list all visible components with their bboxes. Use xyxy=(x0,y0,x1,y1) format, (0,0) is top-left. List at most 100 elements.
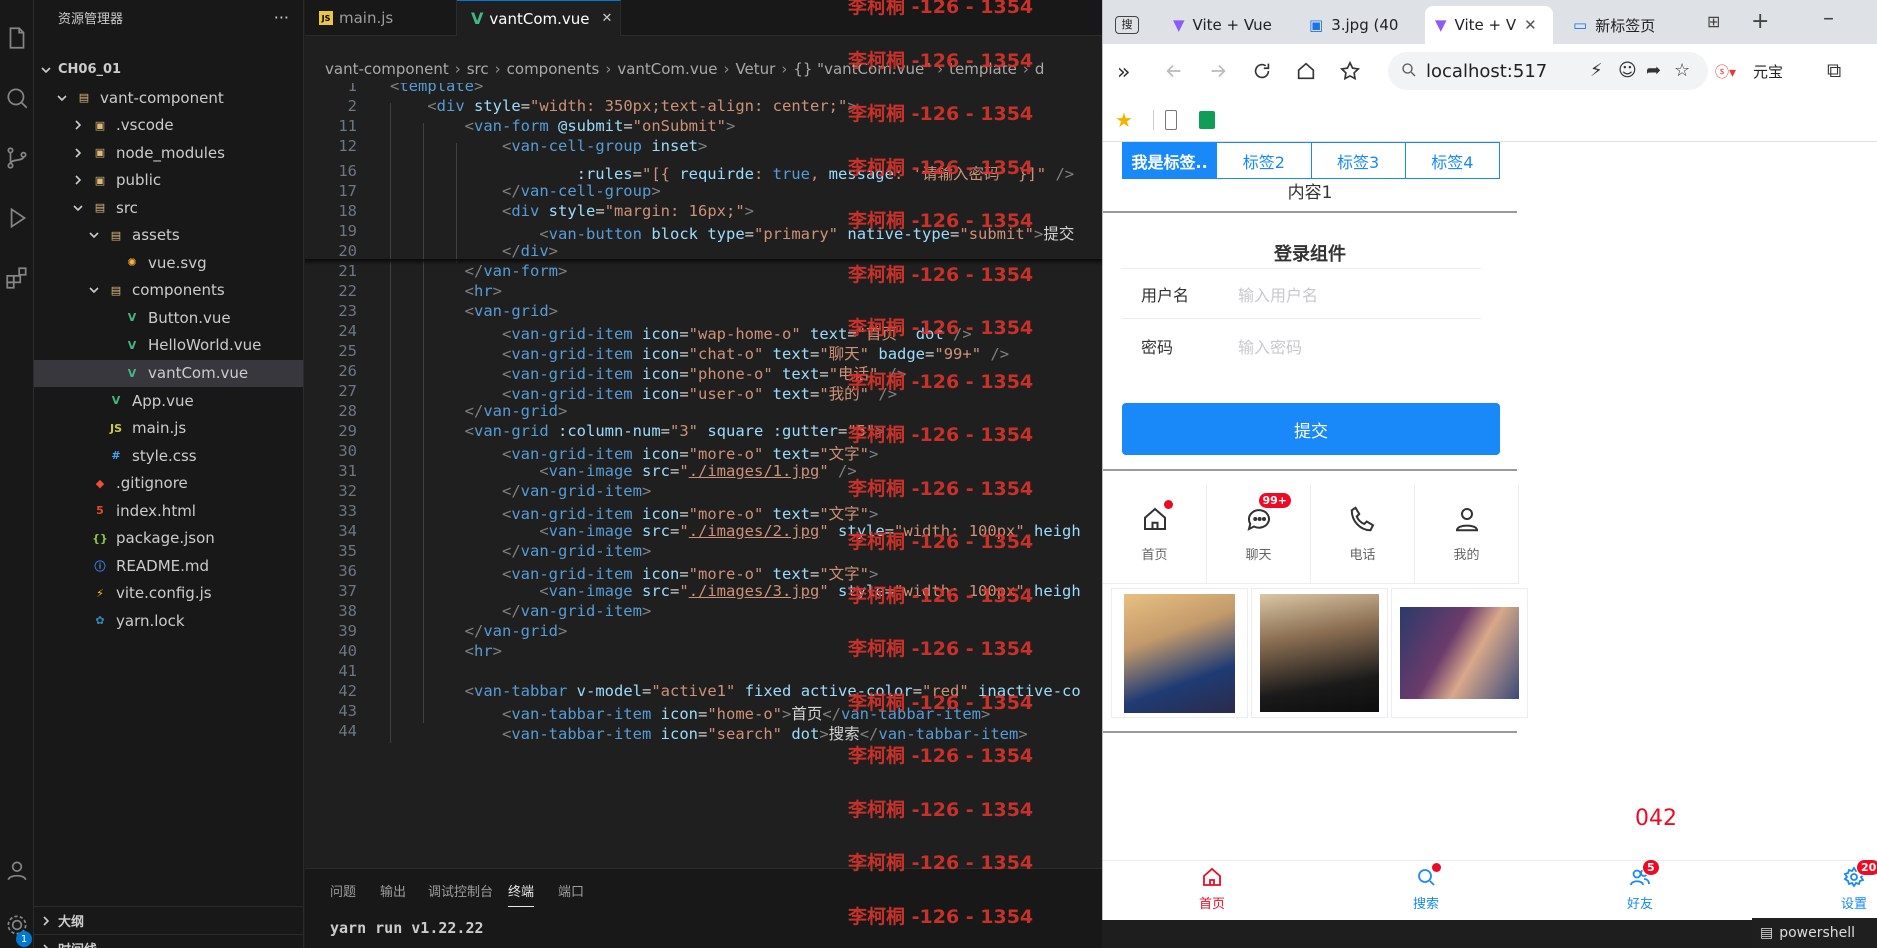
yuanbao-label[interactable]: 元宝 xyxy=(1753,61,1783,82)
breadcrumb-item[interactable]: vant-component xyxy=(325,60,449,78)
source-control-icon[interactable] xyxy=(0,138,34,178)
sheets-icon[interactable] xyxy=(1199,111,1215,129)
settings-gear-icon[interactable]: 1 xyxy=(0,905,34,947)
tree-item[interactable]: ▤ assets xyxy=(34,222,303,249)
vant-tab[interactable]: 标签2 xyxy=(1217,143,1312,178)
tree-item[interactable]: ▤ vant-component xyxy=(34,84,303,111)
tree-item[interactable]: JS main.js xyxy=(34,415,303,442)
account-icon[interactable] xyxy=(0,850,34,890)
close-tab-icon[interactable]: ✕ xyxy=(1524,16,1537,34)
grid-item[interactable]: 我的 xyxy=(1415,484,1519,584)
code-line[interactable]: <van-grid :column-num="3" square :gutter… xyxy=(390,422,885,440)
outline-section[interactable]: 大纲 xyxy=(34,906,303,934)
mobile-icon[interactable] xyxy=(1165,110,1177,130)
tree-item[interactable]: ✺ vue.svg xyxy=(34,249,303,276)
breadcrumb-item[interactable]: Vetur xyxy=(735,60,775,78)
address-bar[interactable]: localhost:517 ⚡ ☺ ➦ ☆ xyxy=(1388,52,1708,90)
code-line[interactable]: <div style="margin: 16px;"> xyxy=(390,202,754,220)
grid-image-cell[interactable] xyxy=(1111,588,1248,718)
tree-item[interactable]: 5 index.html xyxy=(34,497,303,524)
grid-image-cell[interactable] xyxy=(1251,588,1388,718)
tabbar-item[interactable]: 20 设置 xyxy=(1814,859,1877,912)
tree-item[interactable]: ◆ .gitignore xyxy=(34,470,303,497)
username-cell[interactable]: 用户名 输入用户名 xyxy=(1121,268,1481,319)
reload-icon[interactable] xyxy=(1251,60,1273,86)
favorites-star-icon[interactable]: ★ xyxy=(1115,108,1133,132)
grid-item[interactable]: 99+ 聊天 xyxy=(1207,484,1311,584)
tab-main-js[interactable]: JS main.js xyxy=(305,0,457,36)
breadcrumb-item[interactable]: d xyxy=(1035,60,1045,78)
extension-face-icon[interactable]: ☺ xyxy=(1618,60,1637,81)
tree-item[interactable]: # style.css xyxy=(34,442,303,469)
breadcrumb-item[interactable]: vantCom.vue xyxy=(617,60,717,78)
code-line[interactable]: <van-cell-group inset> xyxy=(390,137,707,155)
tree-item[interactable]: ⓘ README.md xyxy=(34,552,303,579)
code-line[interactable]: <van-grid-item icon="chat-o" text="聊天" b… xyxy=(390,342,1009,364)
browser-tab[interactable]: ▣ 3.jpg (40 xyxy=(1299,6,1419,44)
tree-item[interactable]: ⚡ vite.config.js xyxy=(34,580,303,607)
breadcrumb-item[interactable]: components xyxy=(507,60,600,78)
panel-tab[interactable]: 调试控制台 xyxy=(428,881,493,900)
code-line[interactable]: </van-grid-item> xyxy=(390,542,651,560)
code-line[interactable]: </van-cell-group> xyxy=(390,182,661,200)
tree-item[interactable]: ▤ src xyxy=(34,194,303,221)
vant-tab[interactable]: 标签4 xyxy=(1406,143,1499,178)
panel-tab[interactable]: 终端 xyxy=(508,881,535,907)
vant-tab[interactable]: 标签3 xyxy=(1312,143,1406,178)
tree-item[interactable]: VvantCom.vue xyxy=(34,359,303,387)
code-line[interactable]: <hr> xyxy=(390,642,502,660)
browser-tab[interactable]: ▼ Vite + Vue xyxy=(1163,6,1293,44)
code-line[interactable]: <van-grid-item icon="phone-o" text="电话" … xyxy=(390,362,906,384)
code-line[interactable]: <van-grid> xyxy=(390,302,558,320)
site-info-icon[interactable] xyxy=(1400,61,1418,84)
browser-tab[interactable]: ▭ 新标签页 xyxy=(1563,6,1693,44)
tree-item[interactable]: ▣ .vscode xyxy=(34,112,303,139)
tabbar-item[interactable]: 首页 xyxy=(1172,865,1252,912)
submit-button[interactable]: 提交 xyxy=(1122,403,1500,455)
close-tab-icon[interactable]: ✕ xyxy=(602,11,613,26)
code-line[interactable]: </van-grid> xyxy=(390,402,568,420)
code-line[interactable]: <van-grid-item icon="more-o" text="文字"> xyxy=(390,502,878,524)
tabbar-item[interactable]: 5 好友 xyxy=(1600,859,1680,912)
code-line[interactable]: <template> xyxy=(390,83,483,95)
panel-tab[interactable]: 输出 xyxy=(380,881,406,900)
tab-vantcom-vue[interactable]: V vantCom.vue ✕ xyxy=(457,0,621,36)
double-chevron-icon[interactable]: » xyxy=(1117,60,1130,85)
browser-tab-active[interactable]: ▼ Vite + V ✕ xyxy=(1425,6,1553,44)
password-cell[interactable]: 密码 输入密码 xyxy=(1121,320,1481,371)
tree-item[interactable]: ▣ public xyxy=(34,167,303,194)
panel-tab[interactable]: 问题 xyxy=(330,881,356,900)
tree-item[interactable]: V Button.vue xyxy=(34,304,303,331)
bookmark-star-icon[interactable] xyxy=(1339,60,1361,86)
code-line[interactable]: <van-grid-item icon="more-o" text="文字"> xyxy=(390,442,878,464)
code-line[interactable]: </van-grid-item> xyxy=(390,602,651,620)
share-icon[interactable]: ➦ xyxy=(1646,60,1661,81)
timeline-section[interactable]: 时间线 xyxy=(34,934,303,948)
more-actions-button[interactable]: ··· xyxy=(274,8,289,27)
grid-image-cell[interactable] xyxy=(1391,588,1528,718)
tab-search-icon[interactable]: 搜 xyxy=(1107,6,1147,44)
tree-item[interactable]: ▣ node_modules xyxy=(34,139,303,166)
breadcrumb-item[interactable]: src xyxy=(467,60,489,78)
panel-tab[interactable]: 端口 xyxy=(558,881,584,900)
code-line[interactable]: </van-grid> xyxy=(390,622,568,640)
grid-item[interactable]: 电话 xyxy=(1311,484,1415,584)
extensions-icon[interactable] xyxy=(0,258,34,298)
tree-item[interactable]: V HelloWorld.vue xyxy=(34,332,303,359)
code-line[interactable]: <van-grid-item icon="more-o" text="文字"> xyxy=(390,562,878,584)
code-line[interactable]: <hr> xyxy=(390,282,502,300)
code-line[interactable]: <van-form @submit="onSubmit"> xyxy=(390,117,736,135)
code-line[interactable]: <van-image src="./images/1.jpg" /> xyxy=(390,462,856,480)
lightning-icon[interactable]: ⚡ xyxy=(1590,60,1603,81)
tree-item[interactable]: {} package.json xyxy=(34,525,303,552)
minimize-icon[interactable]: – xyxy=(1823,6,1834,31)
back-icon[interactable] xyxy=(1163,60,1185,86)
forward-icon[interactable] xyxy=(1207,60,1229,86)
code-line[interactable]: </div> xyxy=(390,242,558,260)
code-line[interactable]: </van-grid-item> xyxy=(390,482,651,500)
tree-item[interactable]: ✿ yarn.lock xyxy=(34,607,303,634)
tree-item[interactable]: V App.vue xyxy=(34,387,303,414)
password-input[interactable]: 输入密码 xyxy=(1238,334,1302,358)
tab-groups-icon[interactable]: ⊞ xyxy=(1707,12,1720,31)
yuanbao-icon[interactable]: ⓢ▾ xyxy=(1715,62,1736,82)
